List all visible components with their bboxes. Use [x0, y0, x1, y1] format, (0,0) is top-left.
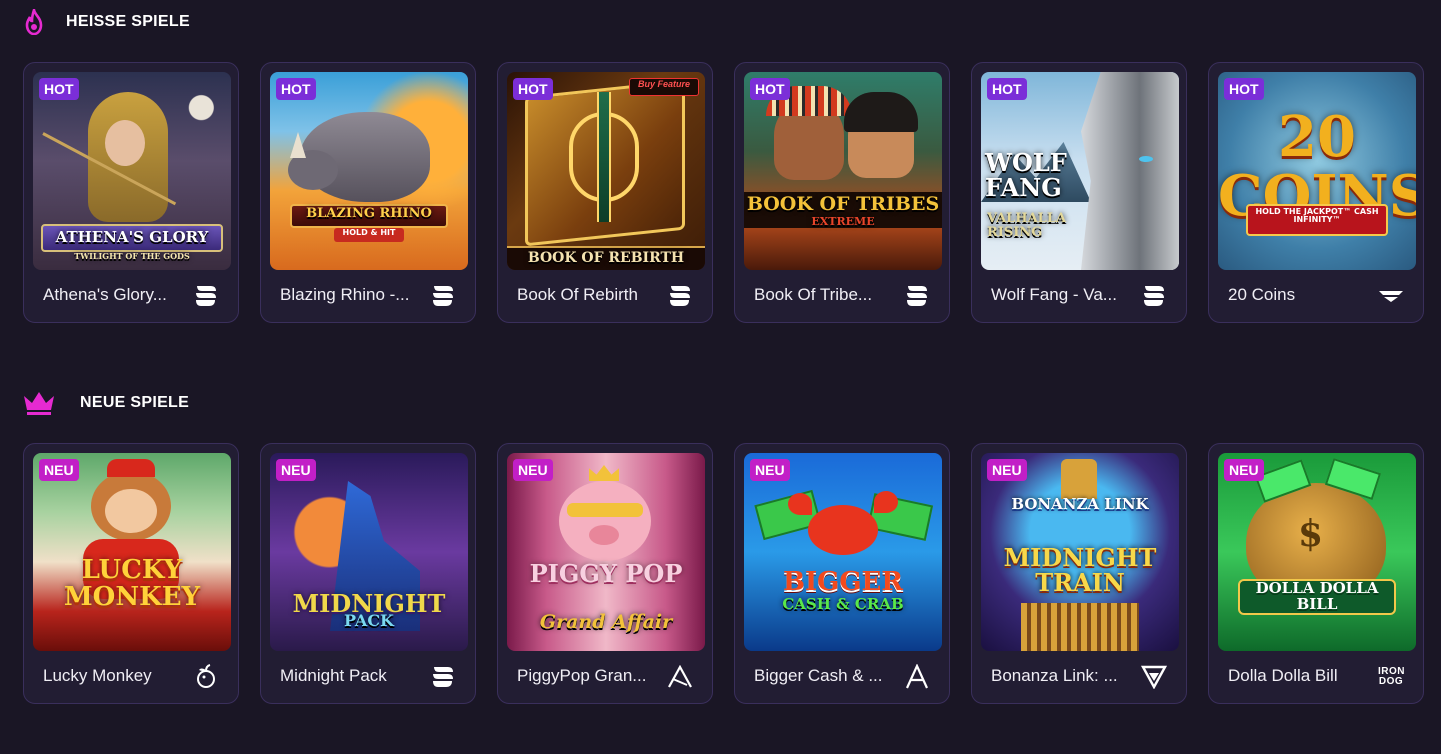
game-card[interactable]: WOLF FANG VALHALLA RISING HOT Wolf Fang …	[971, 62, 1187, 323]
game-thumbnail[interactable]: BOOK OF TRIBES EXTREME HOT	[744, 72, 942, 270]
game-thumbnail[interactable]: ATHENA'S GLORY TWILIGHT OF THE GODS HOT	[33, 72, 231, 270]
game-card[interactable]: Buy Feature BOOK OF REBIRTH HOT Book Of …	[497, 62, 713, 323]
game-grid: ATHENA'S GLORY TWILIGHT OF THE GODS HOT …	[23, 62, 1424, 323]
flame-icon	[22, 8, 46, 36]
game-art-subtitle: HOLD THE JACKPOT™ CASH INFINITY™	[1255, 207, 1379, 225]
game-art-title: BOOK OF TRIBES	[746, 193, 940, 215]
game-name: Dolla Dolla Bill	[1228, 666, 1338, 685]
game-art-subtitle: HOLD & HIT	[342, 228, 396, 237]
game-card[interactable]: BIGGER CASH & CRAB NEU Bigger Cash & ...	[734, 443, 950, 704]
game-card[interactable]: BOOK OF TRIBES EXTREME HOT Book Of Tribe…	[734, 62, 950, 323]
game-card[interactable]: BLAZING RHINO HOLD & HIT HOT Blazing Rhi…	[260, 62, 476, 323]
game-name: Midnight Pack	[280, 666, 387, 685]
game-name: 20 Coins	[1228, 285, 1296, 304]
game-thumbnail[interactable]: MIDNIGHT PACK NEU	[270, 453, 468, 651]
provider-s-logo-icon	[429, 663, 457, 691]
game-name: Athena's Glory...	[43, 285, 167, 304]
game-art-title: ATHENA'S GLORY	[55, 228, 209, 247]
game-card[interactable]: LUCKY MONKEY NEU Lucky Monkey	[23, 443, 239, 704]
game-grid: LUCKY MONKEY NEU Lucky Monkey MIDNIGHT P…	[23, 443, 1424, 704]
game-thumbnail[interactable]: WOLF FANG VALHALLA RISING HOT	[981, 72, 1179, 270]
game-art-subtitle: CASH & CRAB	[782, 595, 904, 613]
game-thumbnail[interactable]: LUCKY MONKEY NEU	[33, 453, 231, 651]
provider-iron-dog-icon: IRON DOG	[1377, 663, 1405, 691]
game-thumbnail[interactable]: BONANZA LINK MIDNIGHT TRAIN NEU	[981, 453, 1179, 651]
game-thumbnail[interactable]: Buy Feature BOOK OF REBIRTH HOT	[507, 72, 705, 270]
new-games-section: NEUE SPIELE LUCKY MONKEY NEU Lucky Monke…	[0, 381, 1441, 704]
game-art-title: MIDNIGHT TRAIN	[1003, 543, 1157, 598]
provider-s-logo-icon	[429, 282, 457, 310]
game-thumbnail[interactable]: BIGGER CASH & CRAB NEU	[744, 453, 942, 651]
game-thumbnail[interactable]: BLAZING RHINO HOLD & HIT HOT	[270, 72, 468, 270]
iron-dog-logo: IRON DOG	[1378, 666, 1405, 687]
game-name: Book Of Tribe...	[754, 285, 873, 304]
game-art-subtitle: TWILIGHT OF THE GODS	[74, 250, 190, 261]
new-badge: NEU	[1224, 459, 1264, 481]
provider-s-logo-icon	[1140, 282, 1168, 310]
game-card[interactable]: ATHENA'S GLORY TWILIGHT OF THE GODS HOT …	[23, 62, 239, 323]
game-art-title: BIGGER	[783, 567, 903, 597]
game-card[interactable]: BONANZA LINK MIDNIGHT TRAIN NEU Bonanza …	[971, 443, 1187, 704]
new-badge: NEU	[513, 459, 553, 481]
buy-feature-label: Buy Feature	[637, 79, 690, 89]
game-name: Book Of Rebirth	[517, 285, 638, 304]
provider-letter-a-icon	[903, 663, 931, 691]
game-art-subtitle: BONANZA LINK	[1011, 495, 1149, 513]
game-name: Lucky Monkey	[43, 666, 152, 685]
provider-s-logo-icon	[192, 282, 220, 310]
provider-s-logo-icon	[666, 282, 694, 310]
hot-badge: HOT	[750, 78, 790, 100]
section-header: HEISSE SPIELE	[0, 0, 1441, 44]
provider-fruit-icon	[192, 663, 220, 691]
game-card[interactable]: PIGGY POP Grand Affair NEU PiggyPop Gran…	[497, 443, 713, 704]
game-thumbnail[interactable]: 20 COINS HOLD THE JACKPOT™ CASH INFINITY…	[1218, 72, 1416, 270]
game-card[interactable]: $ DOLLA DOLLA BILL NEU Dolla Dolla Bill …	[1208, 443, 1424, 704]
new-badge: NEU	[39, 459, 79, 481]
hot-badge: HOT	[513, 78, 553, 100]
crown-icon	[22, 389, 56, 417]
new-badge: NEU	[276, 459, 316, 481]
dollar-icon: $	[1298, 513, 1324, 555]
game-card[interactable]: MIDNIGHT PACK NEU Midnight Pack	[260, 443, 476, 704]
game-art-subtitle: EXTREME	[811, 215, 875, 228]
game-art-title: WOLF FANG	[985, 148, 1067, 203]
game-art-title: BOOK OF REBIRTH	[527, 250, 685, 267]
game-art-title: DOLLA DOLLA BILL	[1255, 579, 1379, 613]
game-thumbnail[interactable]: PIGGY POP Grand Affair NEU	[507, 453, 705, 651]
provider-triangle-icon	[1140, 663, 1168, 691]
game-thumbnail[interactable]: $ DOLLA DOLLA BILL NEU	[1218, 453, 1416, 651]
game-name: Wolf Fang - Va...	[991, 285, 1117, 304]
hot-badge: HOT	[987, 78, 1027, 100]
new-badge: NEU	[987, 459, 1027, 481]
provider-peak-icon	[666, 663, 694, 691]
hot-badge: HOT	[1224, 78, 1264, 100]
provider-s-logo-icon	[903, 282, 931, 310]
game-card[interactable]: 20 COINS HOLD THE JACKPOT™ CASH INFINITY…	[1208, 62, 1424, 323]
section-title: NEUE SPIELE	[80, 394, 190, 411]
provider-wazdan-icon	[1377, 282, 1405, 310]
game-name: Blazing Rhino -...	[280, 285, 410, 304]
game-art-subtitle: Grand Affair	[539, 611, 673, 633]
hot-badge: HOT	[276, 78, 316, 100]
game-name: PiggyPop Gran...	[517, 666, 647, 685]
game-name: Bonanza Link: ...	[991, 666, 1118, 685]
game-art-subtitle: VALHALLA RISING	[987, 211, 1067, 240]
game-art-title: BLAZING RHINO	[306, 206, 432, 221]
hot-games-section: HEISSE SPIELE ATHENA'S GLORY TWILIGHT OF…	[0, 0, 1441, 323]
section-title: HEISSE SPIELE	[66, 13, 190, 30]
game-art-subtitle: PACK	[344, 611, 394, 630]
new-badge: NEU	[750, 459, 790, 481]
game-art-title: PIGGY POP	[529, 559, 683, 588]
game-name: Bigger Cash & ...	[754, 666, 883, 685]
hot-badge: HOT	[39, 78, 79, 100]
game-art-title: LUCKY MONKEY	[63, 555, 201, 613]
section-header: NEUE SPIELE	[0, 381, 1441, 425]
